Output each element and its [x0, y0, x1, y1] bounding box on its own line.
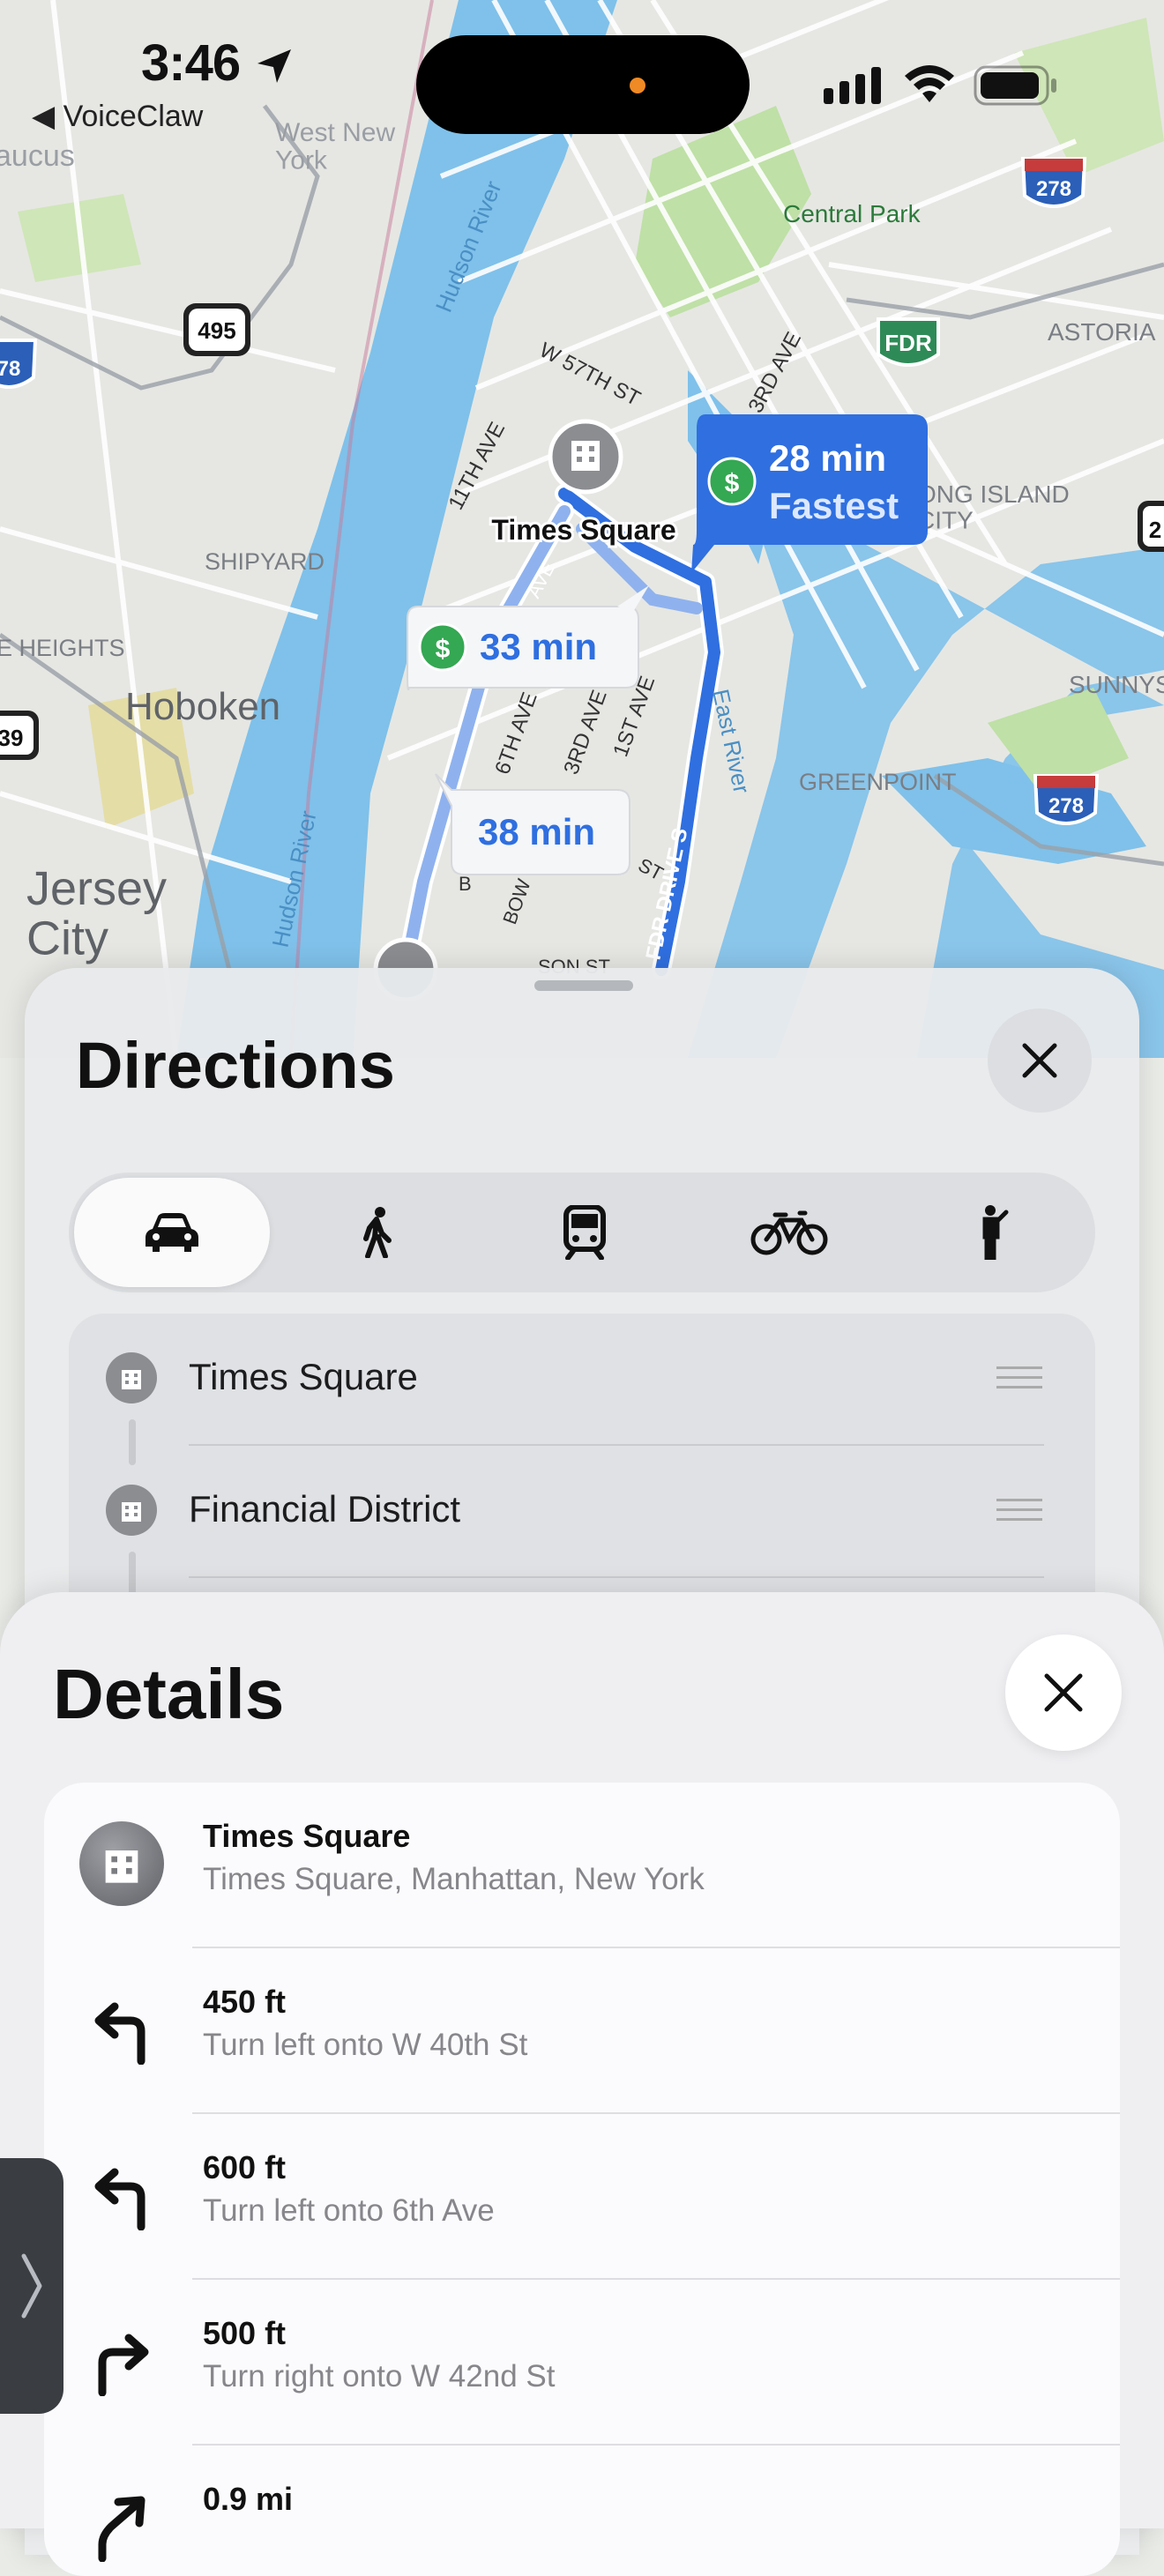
- interstate-shield-278: 278: [1020, 157, 1087, 208]
- train-icon: [563, 1205, 606, 1260]
- step-distance: 600 ft: [203, 2149, 287, 2185]
- status-time: 3:46: [141, 34, 241, 92]
- step-distance: 0.9 mi: [203, 2481, 294, 2517]
- status-bar: 3:46 ◀ VoiceClaw: [0, 0, 1164, 141]
- turn-left-icon: [79, 1987, 164, 2072]
- reorder-handle-icon[interactable]: [996, 1366, 1042, 1396]
- directions-close-button[interactable]: [988, 1009, 1092, 1113]
- svg-text:2: 2: [1149, 517, 1161, 543]
- route-steps-list: Times Square Times Square, Manhattan, Ne…: [44, 1783, 1120, 2576]
- svg-text:FDR: FDR: [884, 330, 932, 356]
- battery-icon: [974, 65, 1056, 106]
- map-label-greenpoint: GREENPOINT: [799, 769, 957, 795]
- route-bubble-38-min[interactable]: 38 min: [435, 773, 630, 875]
- building-icon: [106, 1485, 157, 1536]
- waypoint-start[interactable]: Times Square: [69, 1314, 1095, 1446]
- dynamic-island: [416, 35, 750, 134]
- waypoint-end[interactable]: Financial District: [69, 1446, 1095, 1578]
- highway-shield-2: 2: [1138, 501, 1164, 552]
- map-label-heights: E HEIGHTS: [0, 635, 125, 661]
- highway-shield-495: 495: [183, 303, 250, 356]
- privacy-indicator-dot: [630, 78, 645, 93]
- reorder-handle-icon[interactable]: [996, 1499, 1042, 1528]
- alt-route-time-2: 38 min: [478, 811, 595, 852]
- step-distance: 450 ft: [203, 1984, 287, 2020]
- bicycle-icon: [750, 1210, 828, 1255]
- location-arrow-icon: [257, 49, 291, 83]
- bear-right-icon: [79, 2484, 164, 2569]
- step-row[interactable]: 0.9 mi: [44, 2446, 1120, 2576]
- step-row[interactable]: 500 ft Turn right onto W 42nd St: [44, 2280, 1120, 2446]
- step-instruction: Turn left onto 6th Ave: [203, 2193, 495, 2228]
- side-panel-expand-button[interactable]: [0, 2158, 63, 2414]
- step-instruction: Turn left onto W 40th St: [203, 2028, 528, 2062]
- back-to-app-link[interactable]: ◀ VoiceClaw: [32, 99, 203, 134]
- svg-text:$: $: [436, 635, 451, 664]
- walking-icon: [363, 1207, 392, 1258]
- step-instruction: Times Square, Manhattan, New York: [203, 1862, 705, 1896]
- close-icon: [1022, 1043, 1057, 1078]
- mode-transit-button[interactable]: [487, 1178, 683, 1287]
- highway-shield-78: 78: [0, 339, 38, 389]
- step-row[interactable]: 450 ft Turn left onto W 40th St: [44, 1948, 1120, 2114]
- mode-cycling-button[interactable]: [691, 1178, 887, 1287]
- turn-right-icon: [79, 2319, 164, 2403]
- svg-text:78: 78: [0, 357, 20, 381]
- map-label-sunnyside: SUNNYS: [1069, 671, 1164, 698]
- times-square-marker[interactable]: [548, 419, 623, 495]
- details-close-button[interactable]: [1005, 1634, 1122, 1751]
- step-distance: 500 ft: [203, 2315, 287, 2351]
- chevron-right-icon: [21, 2253, 42, 2319]
- fdr-shield: FDR: [877, 317, 940, 367]
- highway-shield-39: 39: [0, 711, 39, 760]
- map-label-times-square: Times Square: [491, 514, 675, 546]
- svg-text:278: 278: [1036, 177, 1071, 201]
- rideshare-icon: [982, 1205, 1009, 1260]
- svg-text:495: 495: [198, 317, 235, 344]
- turn-left-icon: [79, 2153, 164, 2237]
- map-label-hoboken: Hoboken: [125, 685, 280, 728]
- sheet-grabber[interactable]: [534, 980, 633, 991]
- waypoint-start-label: Times Square: [189, 1356, 418, 1397]
- map-label-astoria: ASTORIA: [1048, 318, 1156, 346]
- details-title: Details: [53, 1655, 285, 1733]
- svg-text:39: 39: [0, 725, 23, 751]
- alt-route-time-1: 33 min: [480, 626, 597, 667]
- step-row-origin[interactable]: Times Square Times Square, Manhattan, Ne…: [44, 1783, 1120, 1948]
- step-row[interactable]: 600 ft Turn left onto 6th Ave: [44, 2114, 1120, 2280]
- step-title: Times Square: [203, 1818, 411, 1854]
- building-icon: [79, 1821, 164, 1906]
- building-icon: [106, 1352, 157, 1403]
- transport-mode-selector: [69, 1173, 1095, 1292]
- mode-rideshare-button[interactable]: [896, 1178, 1092, 1287]
- interstate-shield-278-mid: 278: [1033, 774, 1100, 825]
- svg-text:$: $: [725, 469, 740, 498]
- directions-title: Directions: [76, 1029, 395, 1102]
- details-sheet: Details Times Square Times Square, Manha…: [0, 1592, 1164, 2576]
- mode-walking-button[interactable]: [280, 1178, 476, 1287]
- mode-driving-button[interactable]: [74, 1178, 270, 1287]
- map-label-b: B: [459, 873, 472, 895]
- map-label-central-park: Central Park: [783, 200, 922, 227]
- step-instruction: Turn right onto W 42nd St: [203, 2359, 556, 2394]
- map-label-secaucus: aucus: [0, 139, 75, 173]
- waypoint-end-label: Financial District: [189, 1488, 461, 1530]
- close-icon: [1044, 1673, 1083, 1712]
- map-label-shipyard: SHIPYARD: [205, 548, 325, 575]
- fastest-time: 28 min: [769, 437, 886, 479]
- wifi-icon: [905, 65, 954, 102]
- fastest-label: Fastest: [769, 485, 899, 526]
- cellular-signal-icon: [824, 67, 881, 104]
- car-icon: [146, 1213, 198, 1252]
- map-view[interactable]: Times Square Central Park West New York a…: [0, 0, 1164, 1058]
- svg-text:278: 278: [1048, 794, 1084, 818]
